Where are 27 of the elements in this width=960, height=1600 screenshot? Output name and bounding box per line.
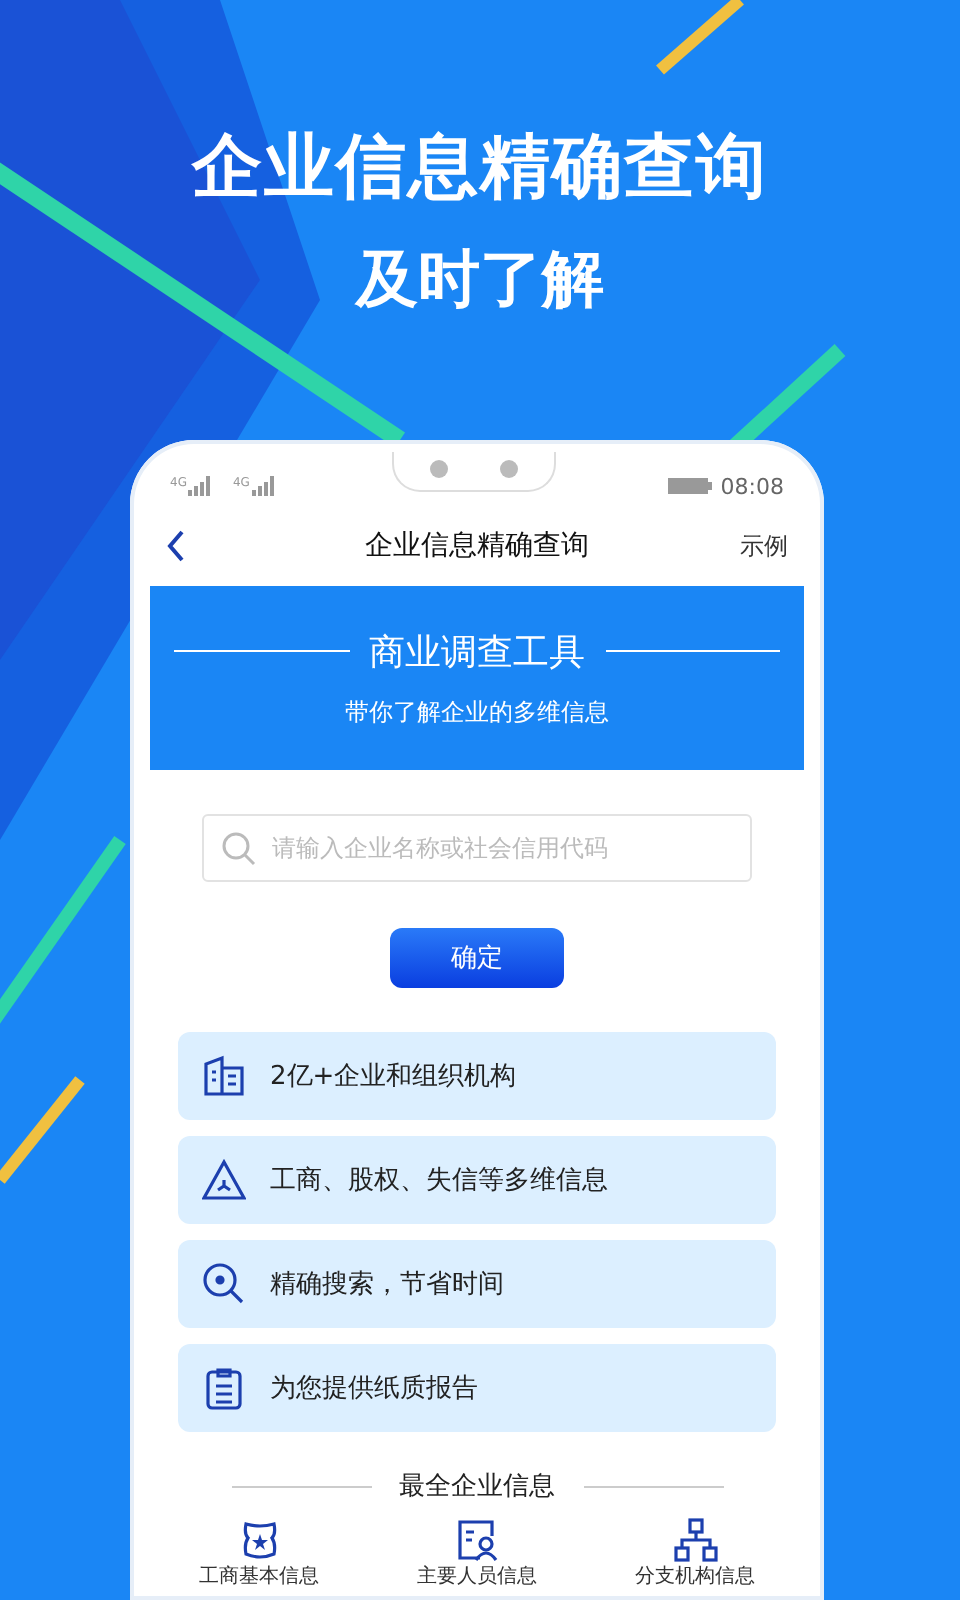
id-card-icon[interactable] (455, 1518, 499, 1562)
status-time: 08:08 (720, 473, 784, 499)
confirm-button[interactable]: 确定 (390, 928, 564, 988)
example-link[interactable]: 示例 (740, 529, 788, 563)
subheadline: 及时了解 (356, 242, 604, 320)
banner-title: 商业调查工具 (369, 629, 585, 675)
search-field[interactable]: 请输入企业名称或社会信用代码 (202, 814, 752, 882)
feature-text: 工商、股权、失信等多维信息 (270, 1164, 608, 1198)
feature-text: 2亿+企业和组织机构 (270, 1060, 517, 1094)
headline: 企业信息精确查询 (192, 126, 768, 212)
section-title: 最全企业信息 (399, 1470, 555, 1504)
search-icon (202, 1262, 246, 1306)
signal-icon (251, 476, 280, 496)
back-icon[interactable] (166, 530, 186, 562)
search-icon (220, 830, 256, 866)
triangle-icon (202, 1158, 246, 1202)
hierarchy-icon[interactable] (673, 1518, 717, 1562)
banner-subtitle: 带你了解企业的多维信息 (345, 695, 609, 729)
feature-text: 精确搜索，节省时间 (270, 1268, 504, 1302)
screen-title: 企业信息精确查询 (365, 528, 589, 564)
category-label[interactable]: 分支机构信息 (635, 1566, 755, 1590)
clipboard-icon (202, 1366, 246, 1410)
category-label[interactable]: 主要人员信息 (417, 1566, 537, 1590)
feature-text: 为您提供纸质报告 (270, 1372, 478, 1406)
battery-icon (668, 478, 713, 494)
category-label[interactable]: 工商基本信息 (199, 1566, 319, 1590)
building-icon (202, 1054, 246, 1098)
